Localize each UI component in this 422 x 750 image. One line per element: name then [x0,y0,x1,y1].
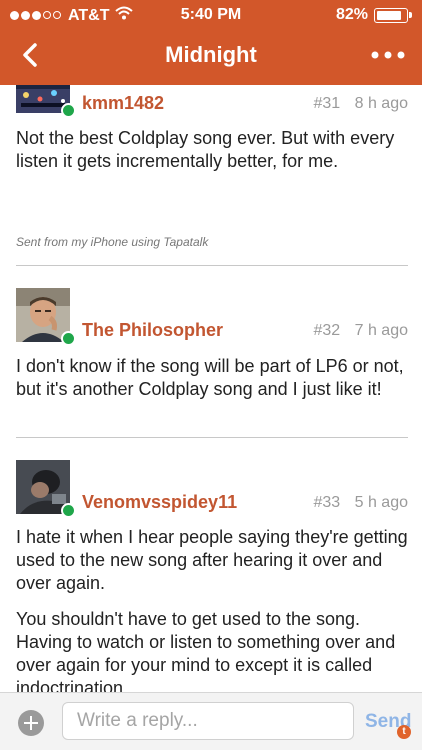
post-body: Not the best Coldplay song ever. But wit… [16,127,408,186]
navigation-bar: Midnight [0,30,422,85]
post-signature: Sent from my iPhone using Tapatalk [16,235,209,249]
ellipsis-icon [371,51,405,59]
post-username[interactable]: kmm1482 [82,93,164,114]
status-bar: AT&T 5:40 PM 82% [0,0,422,30]
post-username[interactable]: The Philosopher [82,320,223,341]
online-indicator [61,331,76,346]
post-meta: #31 8 h ago [313,95,408,113]
reply-input[interactable] [62,702,354,740]
battery-tip [409,12,412,18]
post-meta: #32 7 h ago [313,322,408,340]
tapatalk-badge-icon: t [397,725,411,739]
post-paragraph: I don't know if the song will be part of… [16,356,404,399]
post-number: #31 [313,95,341,112]
thread-title: Midnight [165,42,257,67]
reply-bar: Send [0,692,422,750]
post-meta: #33 5 h ago [313,494,408,512]
post-list[interactable]: kmm1482 #31 8 h ago Not the best Coldpla… [0,85,422,692]
post-username[interactable]: Venomvsspidey11 [82,492,237,513]
post-paragraph: Not the best Coldplay song ever. But wit… [16,128,395,171]
battery-icon [374,7,408,23]
online-indicator [61,503,76,518]
battery-percent: 82% [335,6,368,23]
post-body: I don't know if the song will be part of… [16,355,408,414]
battery-status: 82% [336,6,412,24]
post-body: I hate it when I hear people saying they… [16,526,408,692]
post-number: #32 [313,322,341,339]
post-divider [16,265,408,266]
online-indicator [61,103,76,118]
app-header: AT&T 5:40 PM 82% Midnight [0,0,422,85]
post-age: 5 h ago [354,494,408,511]
add-attachment-icon[interactable] [18,710,44,736]
post-paragraph: You shouldn't have to get used to the so… [16,609,396,692]
post-paragraph: I hate it when I hear people saying they… [16,527,408,593]
post-age: 7 h ago [354,322,408,339]
more-options-button[interactable] [368,40,408,70]
post-age: 8 h ago [354,95,408,112]
post-divider [16,437,408,438]
post-number: #33 [313,494,341,511]
